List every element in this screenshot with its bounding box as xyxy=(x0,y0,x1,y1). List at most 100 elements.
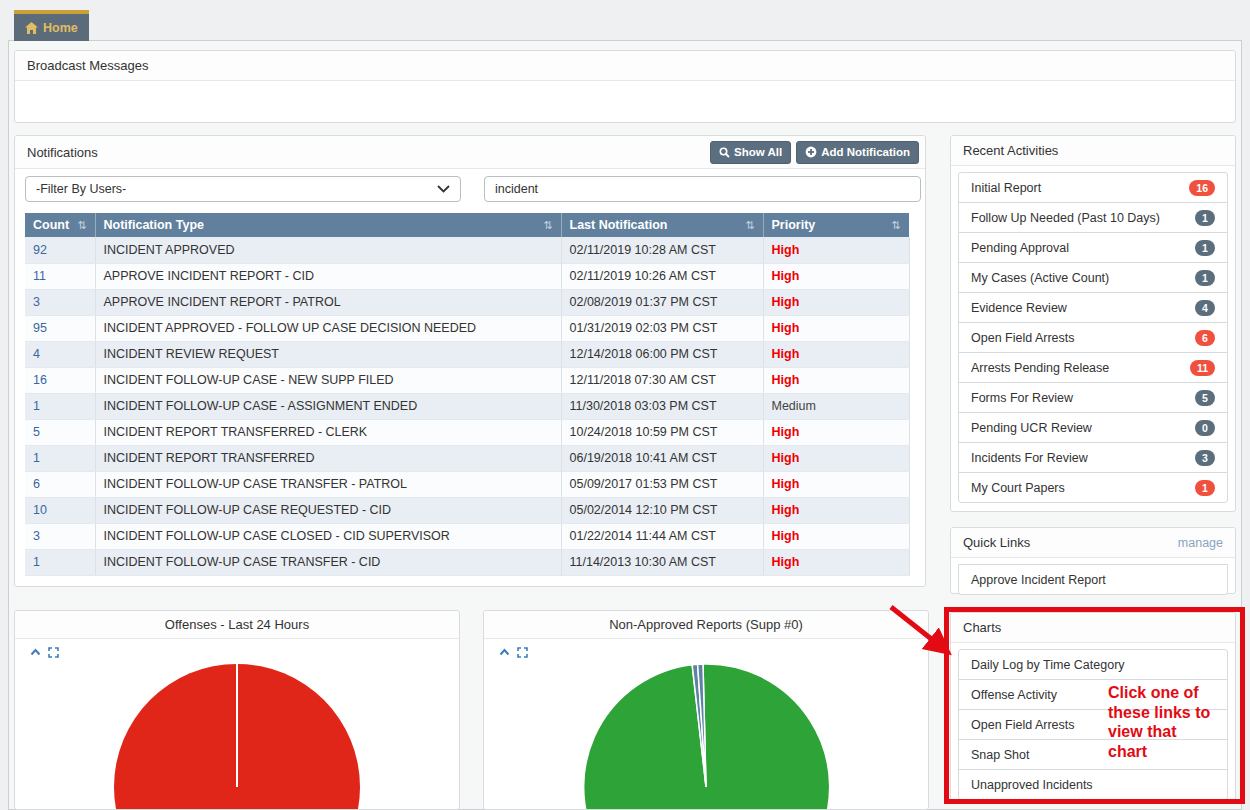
recent-activity-item[interactable]: Arrests Pending Release11 xyxy=(958,352,1228,383)
recent-activity-item[interactable]: Pending Approval1 xyxy=(958,232,1228,263)
chart-link-item[interactable]: Offense Activity xyxy=(958,679,1228,710)
notifications-table-body: 92INCIDENT APPROVED02/11/2019 10:28 AM C… xyxy=(25,237,909,575)
table-row: 4INCIDENT REVIEW REQUEST12/14/2018 06:00… xyxy=(25,341,909,367)
quick-links-panel: Quick Links manage Approve Incident Repo… xyxy=(950,527,1236,594)
charts-links-list: Daily Log by Time Category Offense Activi… xyxy=(951,643,1235,806)
expand-icon[interactable] xyxy=(517,647,528,658)
count-link[interactable]: 10 xyxy=(25,497,95,523)
chart-link-item-label: Open Field Arrests xyxy=(971,718,1075,732)
recent-activity-item[interactable]: Open Field Arrests6 xyxy=(958,322,1228,353)
count-link[interactable]: 95 xyxy=(25,315,95,341)
count-link[interactable]: 16 xyxy=(25,367,95,393)
nonapproved-chart-panel: Non-Approved Reports (Supp #0) xyxy=(483,610,929,810)
last-notification-cell: 02/11/2019 10:28 AM CST xyxy=(561,237,763,263)
count-link[interactable]: 1 xyxy=(25,549,95,575)
recent-activity-item[interactable]: Initial Report 16 xyxy=(958,172,1228,203)
quick-links-title: Quick Links xyxy=(963,535,1030,550)
recent-activity-item-label: My Court Papers xyxy=(971,481,1065,495)
recent-activity-item-label: Incidents For Review xyxy=(971,451,1088,465)
table-row: 1INCIDENT FOLLOW-UP CASE - ASSIGNMENT EN… xyxy=(25,393,909,419)
count-badge: 0 xyxy=(1195,420,1215,436)
chart-link-item-label: Daily Log by Time Category xyxy=(971,658,1125,672)
recent-activity-item[interactable]: Follow Up Needed (Past 10 Days)1 xyxy=(958,202,1228,233)
count-badge: 6 xyxy=(1195,330,1215,346)
notification-type-cell: INCIDENT FOLLOW-UP CASE REQUESTED - CID xyxy=(95,497,561,523)
count-link[interactable]: 1 xyxy=(25,445,95,471)
recent-activity-item-label: Evidence Review xyxy=(971,301,1067,315)
last-notification-cell: 11/30/2018 03:03 PM CST xyxy=(561,393,763,419)
count-link[interactable]: 3 xyxy=(25,523,95,549)
notification-type-cell: INCIDENT REPORT TRANSFERRED xyxy=(95,445,561,471)
priority-cell: High xyxy=(763,367,909,393)
table-row: 5INCIDENT REPORT TRANSFERRED - CLERK10/2… xyxy=(25,419,909,445)
notifications-table: Count⇅ Notification Type⇅ Last Notificat… xyxy=(25,213,910,576)
charts-links-title: Charts xyxy=(963,620,1001,635)
count-badge: 16 xyxy=(1189,180,1215,196)
table-row: 95INCIDENT APPROVED - FOLLOW UP CASE DEC… xyxy=(25,315,909,341)
recent-activity-item[interactable]: Pending UCR Review 0 xyxy=(958,412,1228,443)
recent-activity-item-label: Pending Approval xyxy=(971,241,1069,255)
chart-link-item-label: Unapproved Incidents xyxy=(971,778,1093,792)
add-notification-button[interactable]: Add Notification xyxy=(796,141,919,164)
recent-activity-item-label: Pending UCR Review xyxy=(971,421,1092,435)
recent-activities-panel: Recent Activities Initial Report16Follow… xyxy=(950,135,1236,512)
notification-type-cell: INCIDENT APPROVED xyxy=(95,237,561,263)
table-row: 10INCIDENT FOLLOW-UP CASE REQUESTED - CI… xyxy=(25,497,909,523)
offenses-chart-panel: Offenses - Last 24 Hours xyxy=(14,610,460,810)
priority-cell: High xyxy=(763,237,909,263)
count-link[interactable]: 6 xyxy=(25,471,95,497)
column-header-last[interactable]: Last Notification⇅ xyxy=(561,213,763,237)
chart-link-item[interactable]: Snap Shot xyxy=(958,739,1228,770)
recent-activity-item[interactable]: Forms For Review5 xyxy=(958,382,1228,413)
count-link[interactable]: 5 xyxy=(25,419,95,445)
recent-activity-item[interactable]: My Cases (Active Count)1 xyxy=(958,262,1228,293)
collapse-icon[interactable] xyxy=(499,647,510,658)
notification-type-cell: INCIDENT FOLLOW-UP CASE TRANSFER - CID xyxy=(95,549,561,575)
priority-cell: High xyxy=(763,419,909,445)
recent-activity-item-label: Initial Report xyxy=(971,181,1041,195)
chart-link-item[interactable]: Open Field Arrests xyxy=(958,709,1228,740)
notification-type-cell: INCIDENT FOLLOW-UP CASE - NEW SUPP FILED xyxy=(95,367,561,393)
count-link[interactable]: 1 xyxy=(25,393,95,419)
count-badge: 4 xyxy=(1195,300,1215,316)
column-header-type[interactable]: Notification Type⇅ xyxy=(95,213,561,237)
charts-links-panel: Charts Daily Log by Time Category Offense… xyxy=(950,612,1236,803)
count-link[interactable]: 4 xyxy=(25,341,95,367)
priority-cell: High xyxy=(763,289,909,315)
count-badge: 3 xyxy=(1195,450,1215,466)
chevron-down-icon xyxy=(437,185,450,193)
collapse-icon[interactable] xyxy=(30,647,41,658)
priority-cell: Medium xyxy=(763,393,909,419)
last-notification-cell: 10/24/2018 10:59 PM CST xyxy=(561,419,763,445)
notification-search-input[interactable]: incident xyxy=(484,176,921,202)
column-header-priority[interactable]: Priority⇅ xyxy=(763,213,909,237)
count-link[interactable]: 11 xyxy=(25,263,95,289)
priority-cell: High xyxy=(763,497,909,523)
manage-link[interactable]: manage xyxy=(1178,536,1223,550)
last-notification-cell: 05/09/2017 01:53 PM CST xyxy=(561,471,763,497)
count-badge: 5 xyxy=(1195,390,1215,406)
count-badge: 11 xyxy=(1190,360,1215,376)
notification-type-cell: INCIDENT REVIEW REQUEST xyxy=(95,341,561,367)
quick-link-item[interactable]: Approve Incident Report xyxy=(958,564,1228,595)
recent-activity-item[interactable]: Incidents For Review 3 xyxy=(958,442,1228,473)
chart-link-item-label: Offense Activity xyxy=(971,688,1057,702)
column-header-count[interactable]: Count⇅ xyxy=(25,213,95,237)
notification-type-cell: INCIDENT FOLLOW-UP CASE - ASSIGNMENT END… xyxy=(95,393,561,419)
table-row: 16INCIDENT FOLLOW-UP CASE - NEW SUPP FIL… xyxy=(25,367,909,393)
chart-link-item[interactable]: Unapproved Incidents xyxy=(958,769,1228,800)
chart-link-item[interactable]: Daily Log by Time Category xyxy=(958,649,1228,680)
show-all-button[interactable]: Show All xyxy=(710,141,791,164)
count-link[interactable]: 92 xyxy=(25,237,95,263)
expand-icon[interactable] xyxy=(48,647,59,658)
last-notification-cell: 05/02/2014 12:10 PM CST xyxy=(561,497,763,523)
tab-home[interactable]: Home xyxy=(14,10,89,41)
filter-by-users-select[interactable]: -Filter By Users- xyxy=(25,176,461,202)
nonapproved-chart-title: Non-Approved Reports (Supp #0) xyxy=(609,617,803,632)
recent-activity-item[interactable]: Evidence Review 4 xyxy=(958,292,1228,323)
recent-activity-item[interactable]: My Court Papers1 xyxy=(958,472,1228,503)
notification-type-cell: APPROVE INCIDENT REPORT - PATROL xyxy=(95,289,561,315)
priority-cell: High xyxy=(763,471,909,497)
sort-icon: ⇅ xyxy=(77,219,86,232)
count-link[interactable]: 3 xyxy=(25,289,95,315)
